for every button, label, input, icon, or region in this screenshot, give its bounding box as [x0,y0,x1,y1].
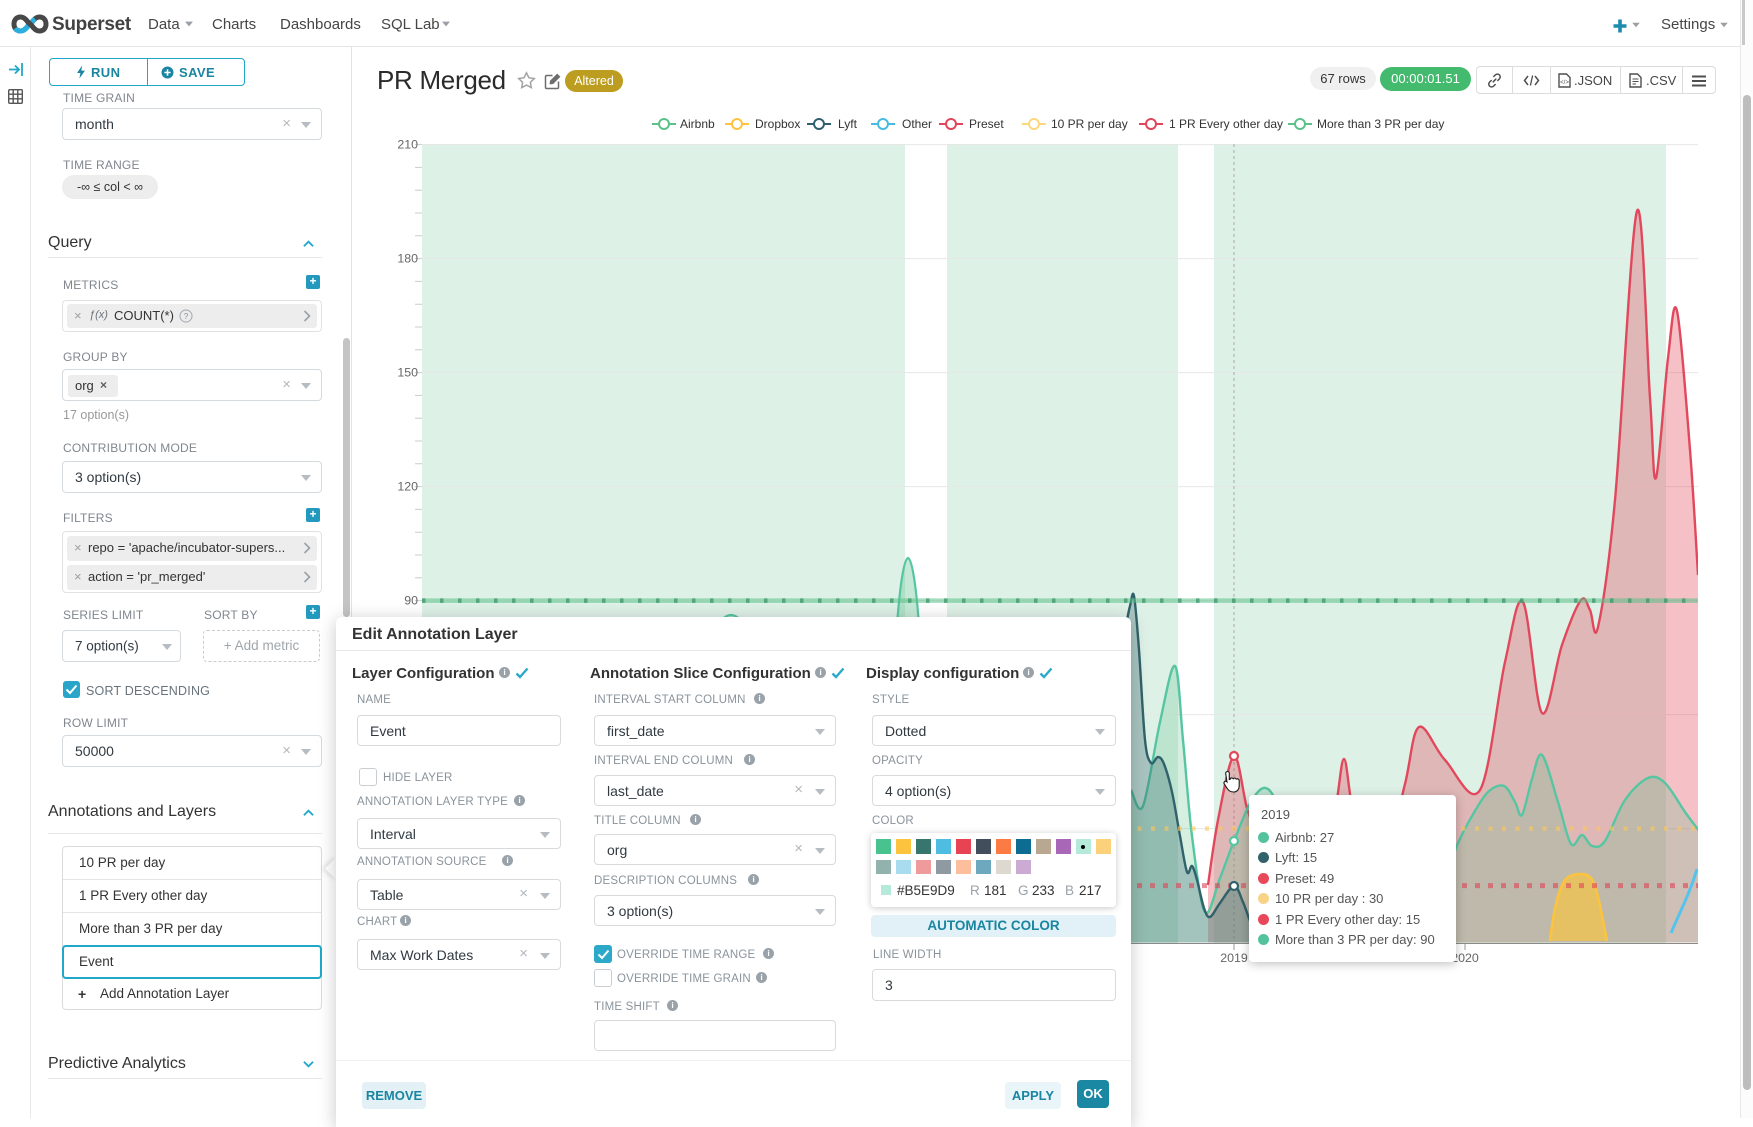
svg-text:90: 90 [404,594,418,608]
svg-text:2019: 2019 [1220,951,1248,965]
svg-text:150: 150 [397,366,418,380]
svg-text:180: 180 [397,252,418,266]
svg-text:210: 210 [397,138,418,152]
svg-text:120: 120 [397,480,418,494]
